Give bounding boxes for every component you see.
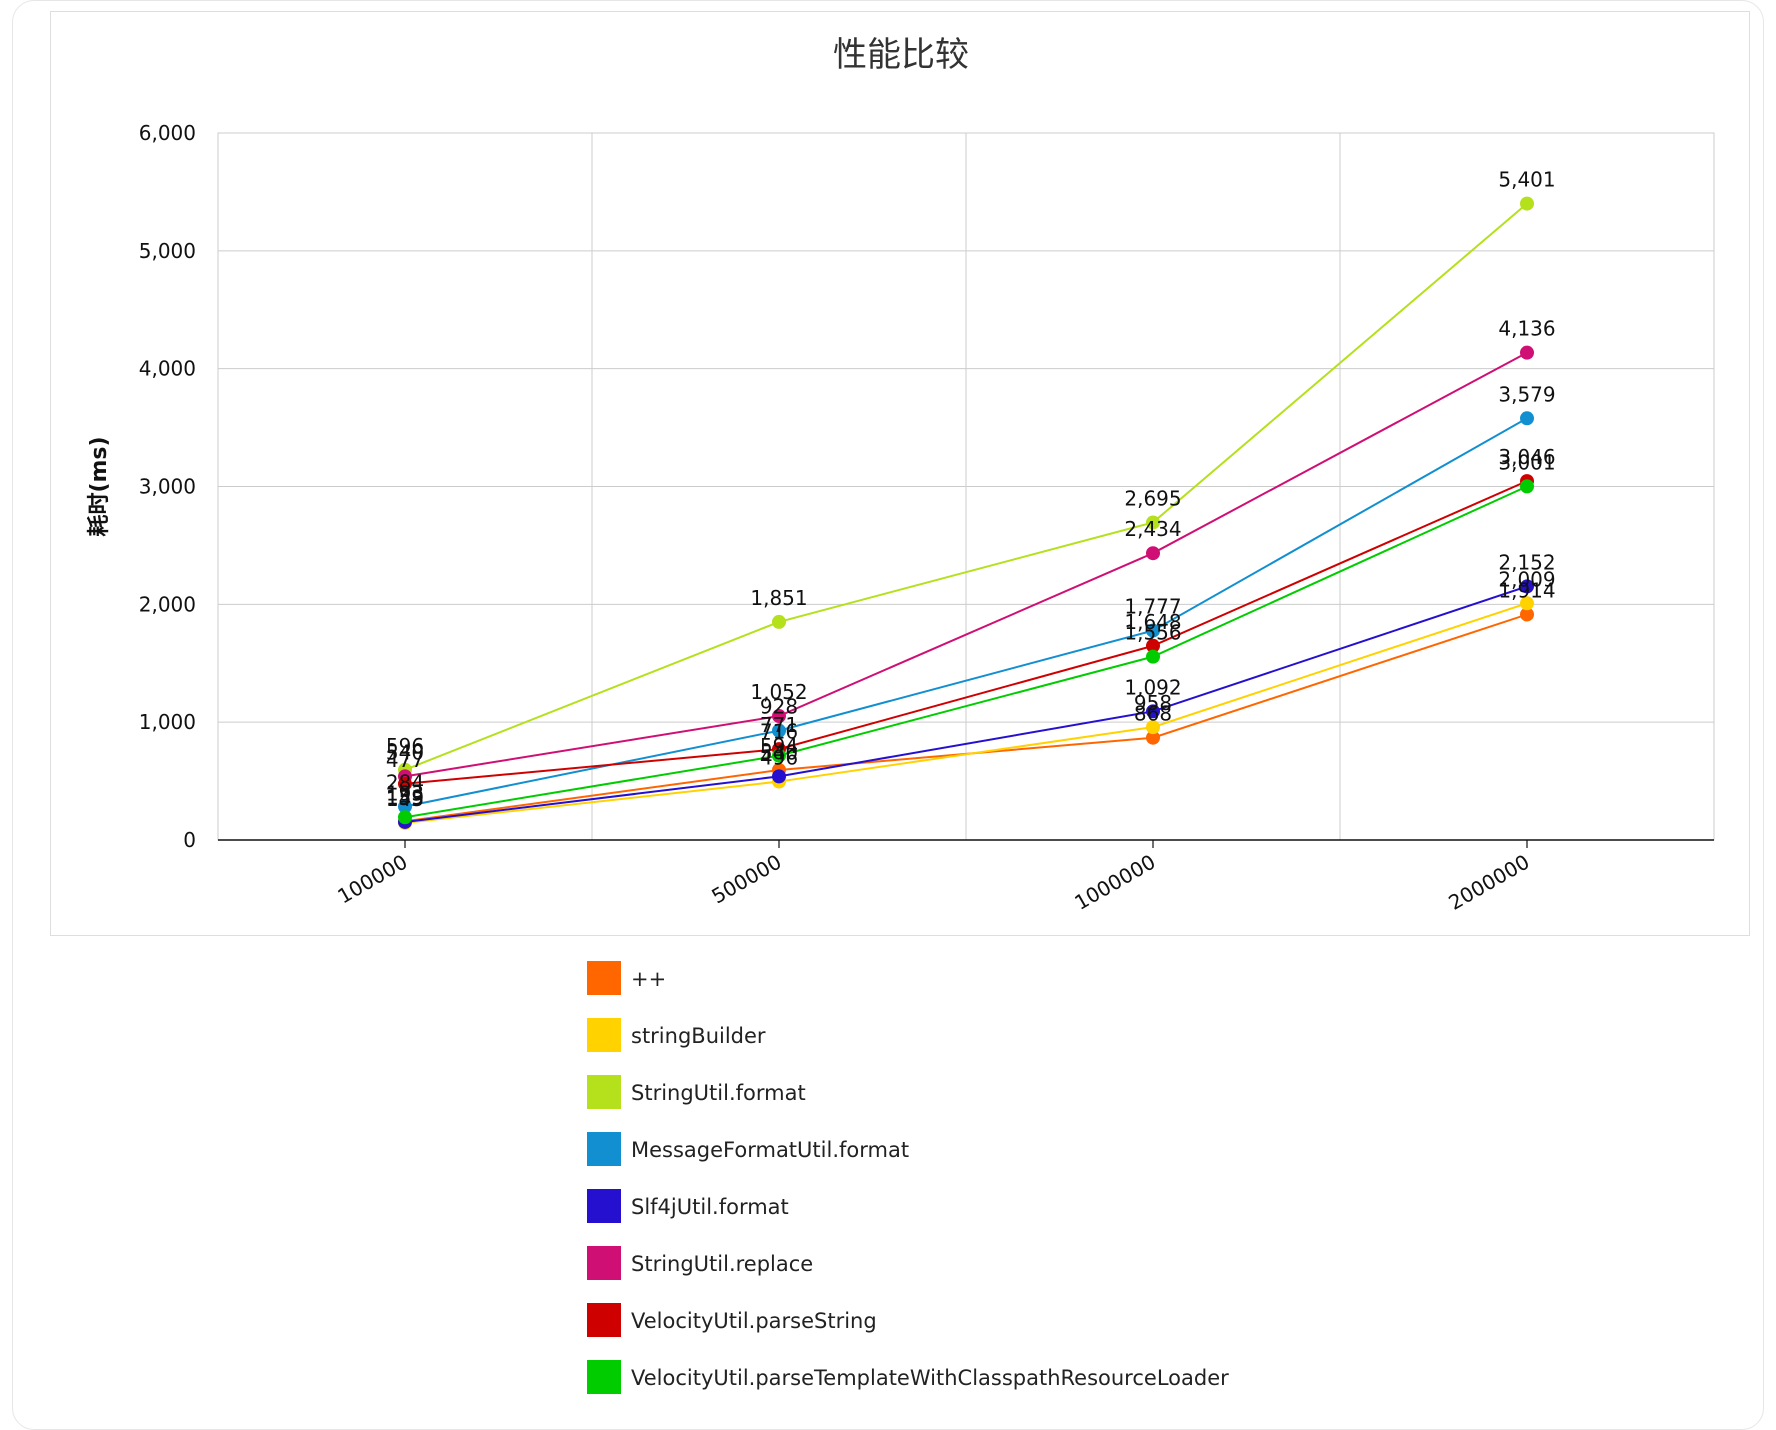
data-label: 2,434: [1124, 517, 1181, 541]
line-chart: 性能比较 0 1,000 2,000 3,000 4,000 5,000 6,000 10000…: [86, 35, 1715, 915]
x-tick-label: 100000: [333, 850, 411, 909]
legend-label: StringUtil.replace: [631, 1252, 814, 1276]
data-label: 3,001: [1498, 450, 1555, 474]
data-label: 1,556: [1124, 621, 1181, 645]
data-point: [1146, 649, 1160, 664]
data-point: [772, 769, 786, 784]
legend-swatch: [587, 1360, 621, 1394]
y-tick-label: 3,000: [139, 475, 196, 499]
data-point: [398, 810, 412, 825]
legend-label: VelocityUtil.parseTemplateWithClasspathR…: [631, 1366, 1229, 1390]
legend-label: StringUtil.format: [631, 1081, 806, 1105]
data-label: 3,579: [1498, 382, 1555, 406]
data-label: 2,695: [1124, 486, 1181, 510]
data-label: 716: [760, 720, 798, 744]
x-tick-label: 500000: [707, 850, 785, 909]
y-tick-label: 0: [183, 828, 196, 852]
legend-label: stringBuilder: [631, 1024, 766, 1048]
chart-title: 性能比较: [833, 35, 969, 75]
legend-swatch: [587, 1189, 621, 1223]
data-label: 540: [760, 740, 798, 764]
y-tick-label: 6,000: [139, 121, 196, 145]
legend-label: ++: [631, 967, 667, 991]
legend-swatch: [587, 1018, 621, 1052]
data-point: [1520, 479, 1534, 494]
data-label: 5,401: [1498, 168, 1555, 192]
legend-label: Slf4jUtil.format: [631, 1195, 789, 1219]
data-point: [772, 614, 786, 629]
data-label: 1,092: [1124, 675, 1181, 699]
legend-swatch: [587, 1075, 621, 1109]
y-tick-label: 5,000: [139, 239, 196, 263]
data-label: 477: [386, 748, 424, 772]
legend-label: MessageFormatUtil.format: [631, 1138, 910, 1162]
y-tick-label: 1,000: [139, 710, 196, 734]
data-point: [1520, 345, 1534, 360]
data-point: [1146, 546, 1160, 561]
data-label: 1,851: [750, 586, 807, 610]
legend-label: VelocityUtil.parseString: [631, 1309, 877, 1333]
data-point: [1520, 196, 1534, 211]
data-point: [1520, 411, 1534, 426]
data-label: 1,052: [750, 680, 807, 704]
legend-swatch: [587, 961, 621, 995]
legend-swatch: [587, 1132, 621, 1166]
x-tick-label: 2000000: [1444, 850, 1533, 915]
y-axis-label: 耗时(ms): [86, 436, 112, 536]
data-label: 193: [386, 781, 424, 805]
legend-swatch: [587, 1246, 621, 1280]
y-tick-label: 2,000: [139, 592, 196, 616]
chart-card: 性能比较 0 1,000 2,000 3,000 4,000 5,000 6,000 10000…: [12, 0, 1764, 1430]
chart-frame: 性能比较 0 1,000 2,000 3,000 4,000 5,000 6,000 10000…: [50, 11, 1750, 936]
data-label: 4,136: [1498, 317, 1555, 341]
x-tick-label: 1000000: [1070, 850, 1159, 915]
y-tick-label: 4,000: [139, 357, 196, 381]
data-label: 2,152: [1498, 550, 1555, 574]
legend-swatch: [587, 1303, 621, 1337]
